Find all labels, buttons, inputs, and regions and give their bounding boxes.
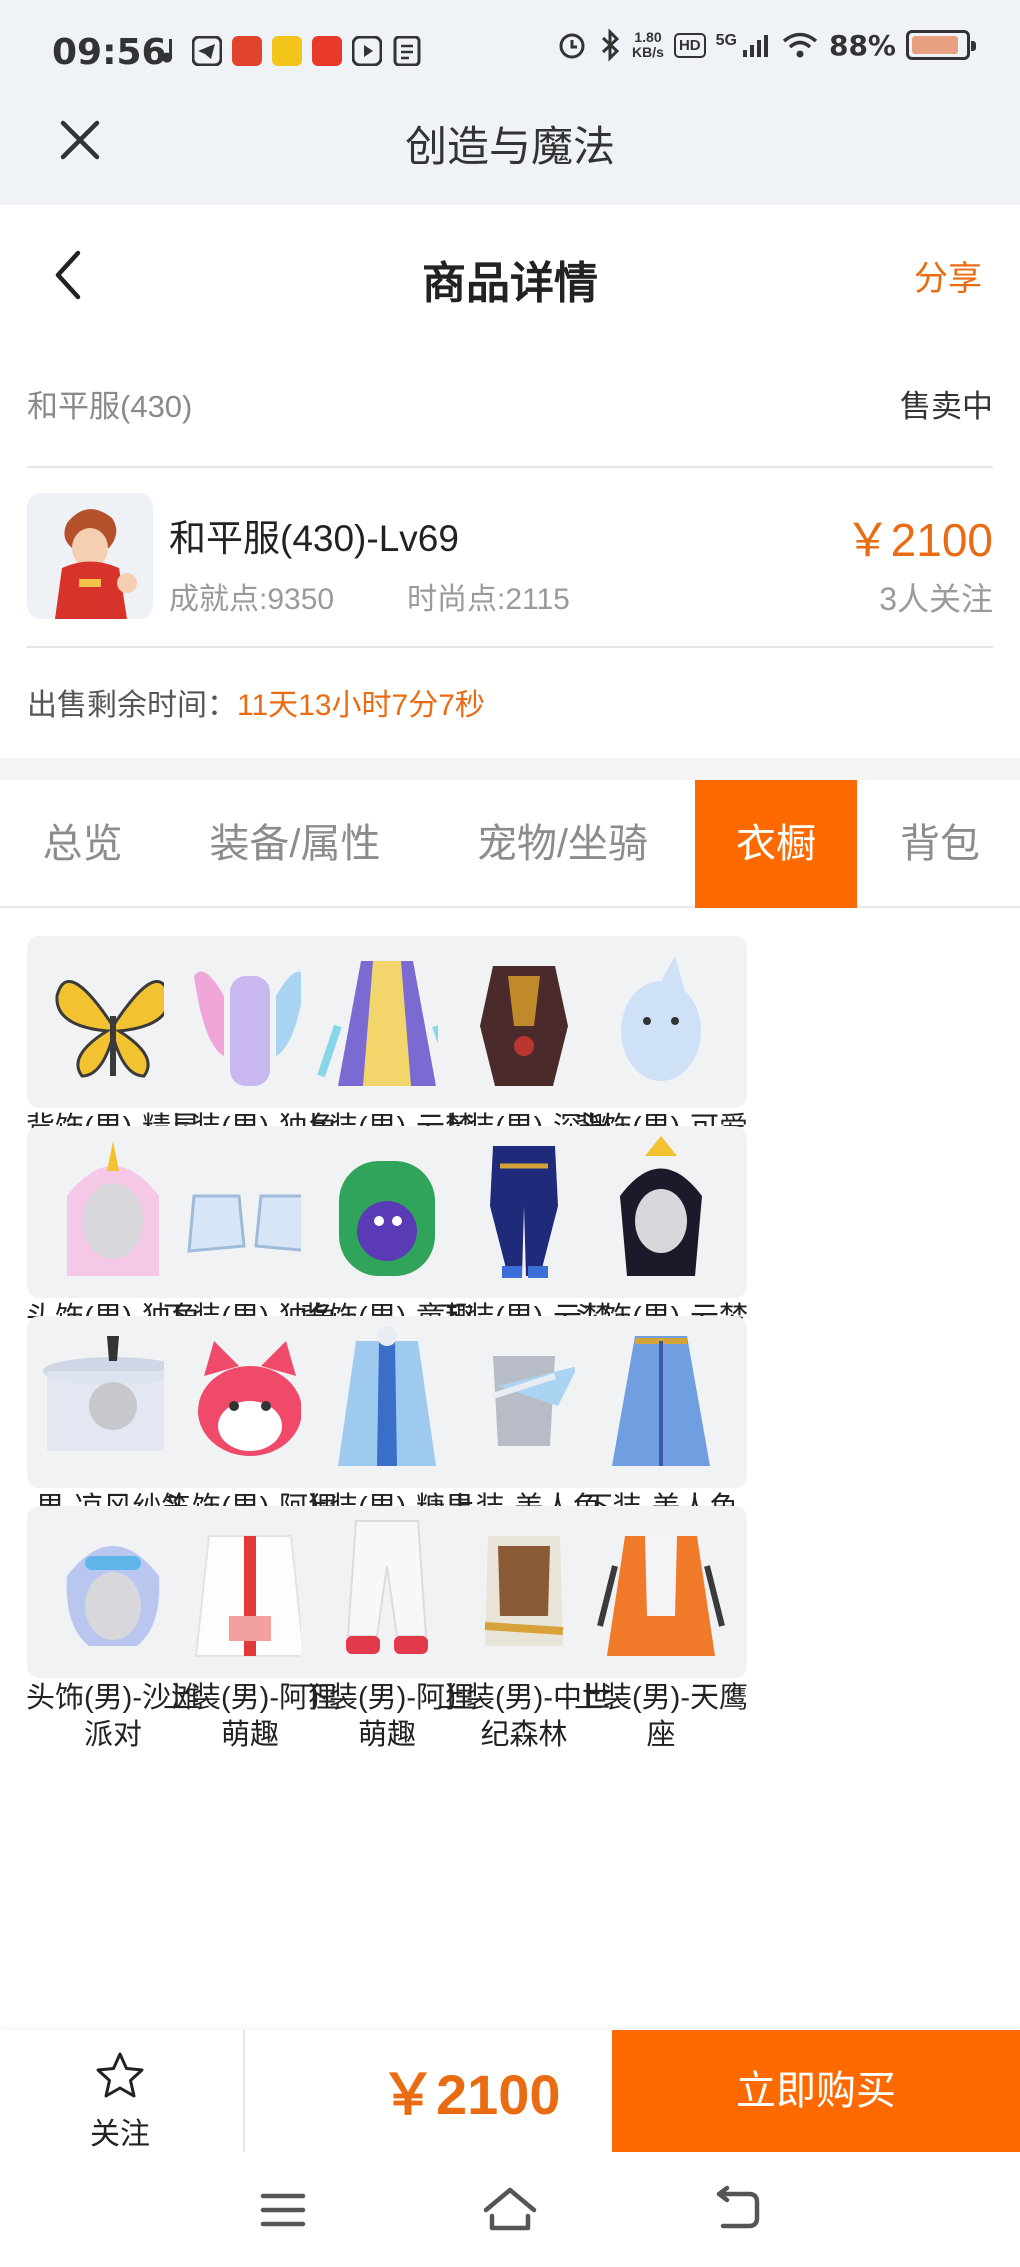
- network-type: 5G: [715, 32, 737, 49]
- fashion-points: 时尚点:2115: [407, 583, 570, 616]
- shark-icon: [575, 936, 747, 1108]
- page-header: 商品详情 分享: [0, 205, 1020, 340]
- tab-equipment[interactable]: 装备/属性: [190, 780, 400, 908]
- status-right: 1.80 KB/s HD 5G 88%: [556, 28, 976, 62]
- mermaid-skirt-icon: [575, 1316, 747, 1488]
- bottom-price: ￥2100: [380, 2063, 561, 2126]
- tab-pets[interactable]: 宠物/坐骑: [455, 780, 670, 908]
- wardrobe-item-label: 上装(男)-天鹰座: [574, 1682, 748, 1751]
- page-title: 商品详情: [422, 259, 598, 308]
- yellow-app-icon: [272, 36, 302, 66]
- hairpiece-icon: [575, 1126, 747, 1298]
- follower-count: 3人关注: [879, 581, 993, 617]
- signal-icon: [742, 35, 768, 57]
- net-speed-value: 1.80: [634, 29, 662, 45]
- network-indicator: 5G: [716, 32, 771, 58]
- product-row[interactable]: 和平服(430)-Lv69 成就点:9350 时尚点:2115 ￥2100 3人…: [27, 468, 993, 648]
- product-price: ￥2100: [844, 514, 993, 566]
- server-name: 和平服(430): [27, 388, 193, 424]
- app-title: 创造与魔法: [404, 123, 615, 170]
- battery-percent: 88%: [828, 28, 896, 62]
- remaining-label: 出售剩余时间：: [27, 689, 237, 722]
- follow-label: 关注: [90, 2118, 150, 2151]
- achievement-points: 成就点:9350: [169, 583, 335, 616]
- wardrobe-item[interactable]: 上装(男)-天鹰座: [574, 1506, 748, 1776]
- tab-bag[interactable]: 背包: [880, 780, 1000, 908]
- alarm-icon: [559, 33, 585, 59]
- tab-overview[interactable]: 总览: [20, 780, 145, 908]
- tab-bar: 总览 装备/属性 宠物/坐骑 衣橱 背包: [0, 780, 1020, 908]
- sale-status: 售卖中: [900, 388, 993, 424]
- hd-badge: HD: [673, 32, 706, 58]
- top-area: 09:56 1.80 KB/s HD 5G 88% 创造与魔法: [0, 0, 1020, 205]
- character-avatar: [27, 493, 153, 619]
- bluetooth-icon: [602, 28, 620, 62]
- status-bar: 09:56 1.80 KB/s HD 5G 88%: [0, 0, 1020, 110]
- back-icon[interactable]: [707, 2180, 767, 2240]
- bar-divider: [243, 2030, 245, 2152]
- share-button[interactable]: 分享: [914, 251, 982, 300]
- tab-wardrobe[interactable]: 衣橱: [695, 780, 857, 908]
- music-note-icon: [162, 39, 173, 63]
- remaining-time: 11天13小时7分7秒: [237, 689, 485, 722]
- shopping-app-icon: [232, 36, 262, 66]
- system-nav-bar: [0, 2152, 1020, 2267]
- follow-button[interactable]: 关注: [60, 2050, 180, 2151]
- star-icon: [96, 2052, 144, 2098]
- bottom-bar: 关注 ￥2100 立即购买: [0, 2030, 1020, 2152]
- section-divider: [0, 758, 1020, 780]
- buy-now-button[interactable]: 立即购买: [612, 2030, 1020, 2152]
- eagle-top-icon: [575, 1506, 747, 1678]
- net-speed: 1.80 KB/s: [632, 30, 664, 60]
- telegram-icon: [192, 36, 222, 66]
- status-time: 09:56: [52, 32, 167, 73]
- menu-icon[interactable]: [253, 2180, 313, 2240]
- server-row: 和平服(430) 售卖中: [27, 340, 993, 468]
- battery-icon: [906, 30, 976, 60]
- document-icon: [393, 36, 421, 66]
- remaining-time-row: 出售剩余时间： 11天13小时7分7秒: [27, 648, 993, 756]
- notification-icons: [160, 36, 422, 66]
- play-icon: [352, 36, 382, 66]
- app-header: 创造与魔法: [0, 110, 1020, 205]
- wifi-icon: [782, 32, 818, 58]
- home-icon[interactable]: [480, 2180, 540, 2240]
- battery-fill: [912, 36, 958, 54]
- product-info: 和平服(430) 售卖中 和平服(430)-Lv69 成就点:9350 时尚点:…: [27, 340, 993, 756]
- net-speed-unit: KB/s: [632, 44, 664, 60]
- product-name: 和平服(430)-Lv69: [169, 518, 459, 559]
- red-app-icon: [312, 36, 342, 66]
